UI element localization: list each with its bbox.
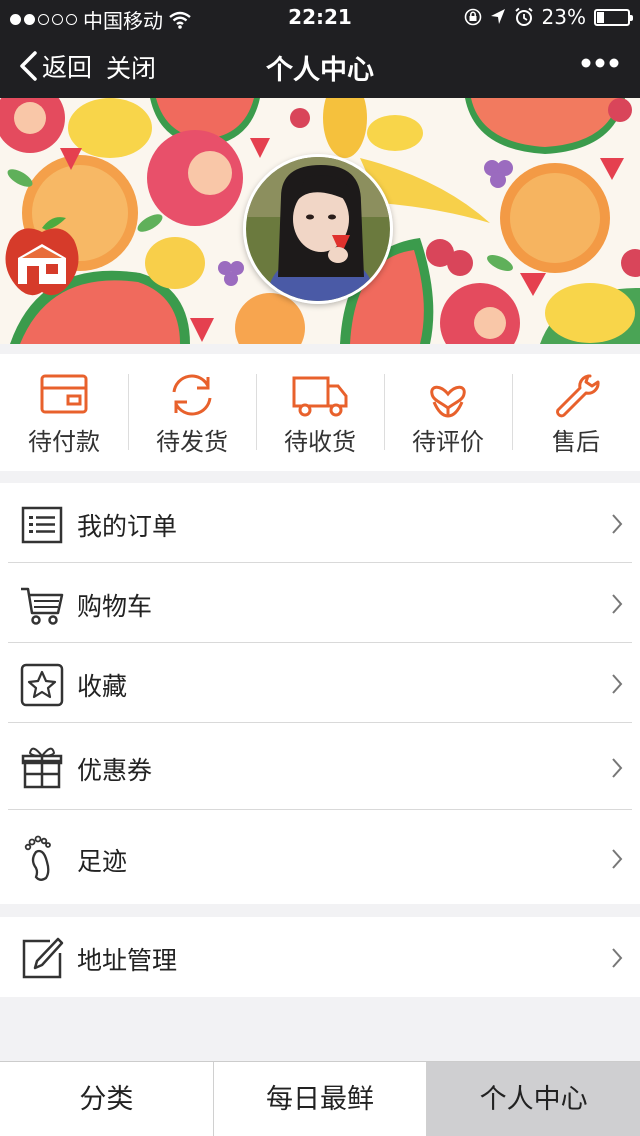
menu-label: 购物车: [77, 592, 153, 621]
back-button[interactable]: 返回: [18, 48, 92, 84]
menu-label: 我的订单: [77, 512, 178, 541]
menu-label: 优惠券: [77, 756, 153, 785]
menu-item-my-orders[interactable]: 我的订单: [0, 483, 640, 563]
chevron-left-icon: [20, 51, 37, 81]
menu-item-address[interactable]: 地址管理: [0, 917, 640, 997]
nav-bar: 返回 关闭 个人中心: [0, 34, 640, 98]
status-bar: 中国移动 22:21 23%: [0, 0, 640, 34]
lock-rotation-icon: [464, 8, 481, 26]
truck-icon: [292, 376, 348, 417]
tab-profile[interactable]: 个人中心: [426, 1062, 640, 1136]
tab-daily-fresh[interactable]: 每日最鲜: [212, 1062, 427, 1136]
bottom-tab-bar: 分类 每日最鲜 个人中心: [0, 1061, 640, 1136]
order-label: 待付款: [28, 428, 100, 456]
battery-icon: [594, 8, 633, 26]
menu-label: 收藏: [77, 672, 128, 701]
order-label: 售后: [552, 428, 600, 456]
menu-group-address: 地址管理: [0, 917, 640, 997]
battery-percent: 23%: [541, 5, 586, 29]
heart-flower-icon: [430, 385, 466, 418]
menu-label: 足迹: [77, 847, 128, 876]
order-pending-review[interactable]: 待评价: [384, 354, 512, 471]
store-logo-icon: [5, 217, 79, 296]
chevron-right-icon: [612, 514, 623, 534]
more-icon[interactable]: [580, 48, 620, 78]
order-after-sales[interactable]: 售后: [512, 354, 640, 471]
status-right: 23%: [464, 5, 633, 29]
order-label: 待发货: [156, 428, 228, 456]
chevron-right-icon: [612, 594, 623, 614]
top-bar: 中国移动 22:21 23% 返回 关闭 个人中心: [0, 0, 640, 98]
menu-list: 我的订单 购物车 收藏 优惠券 足迹: [0, 483, 640, 904]
edit-icon: [22, 937, 64, 979]
order-pending-payment[interactable]: 待付款: [0, 354, 128, 471]
menu-item-footprints[interactable]: 足迹: [0, 810, 640, 904]
order-list-icon: [21, 506, 63, 544]
menu-label: 地址管理: [77, 946, 178, 975]
refresh-icon: [172, 374, 212, 416]
avatar-photo: [246, 157, 390, 301]
alarm-icon: [514, 7, 533, 26]
user-avatar[interactable]: [243, 154, 393, 304]
order-pending-shipment[interactable]: 待发货: [128, 354, 256, 471]
footprint-icon: [24, 835, 51, 881]
page-title: 个人中心: [266, 55, 374, 86]
close-button[interactable]: 关闭: [106, 49, 156, 85]
order-label: 待收货: [284, 428, 356, 456]
cart-icon: [21, 587, 64, 625]
chevron-right-icon: [612, 674, 623, 694]
back-label: 返回: [42, 53, 93, 82]
order-label: 待评价: [412, 428, 484, 456]
menu-item-cart[interactable]: 购物车: [0, 563, 640, 643]
wrench-icon: [556, 374, 600, 418]
menu-item-coupons[interactable]: 优惠券: [0, 723, 640, 810]
order-pending-receipt[interactable]: 待收货: [256, 354, 384, 471]
wallet-icon: [40, 374, 88, 414]
chevron-right-icon: [612, 849, 623, 869]
order-status-bar: 待付款 待发货 待收货 待评价 售后: [0, 354, 640, 471]
chevron-right-icon: [612, 758, 623, 778]
tab-category[interactable]: 分类: [0, 1062, 213, 1136]
location-icon: [490, 9, 505, 24]
chevron-right-icon: [612, 948, 623, 968]
gift-icon: [21, 747, 63, 789]
star-icon: [20, 663, 64, 707]
menu-item-favorites[interactable]: 收藏: [0, 643, 640, 723]
